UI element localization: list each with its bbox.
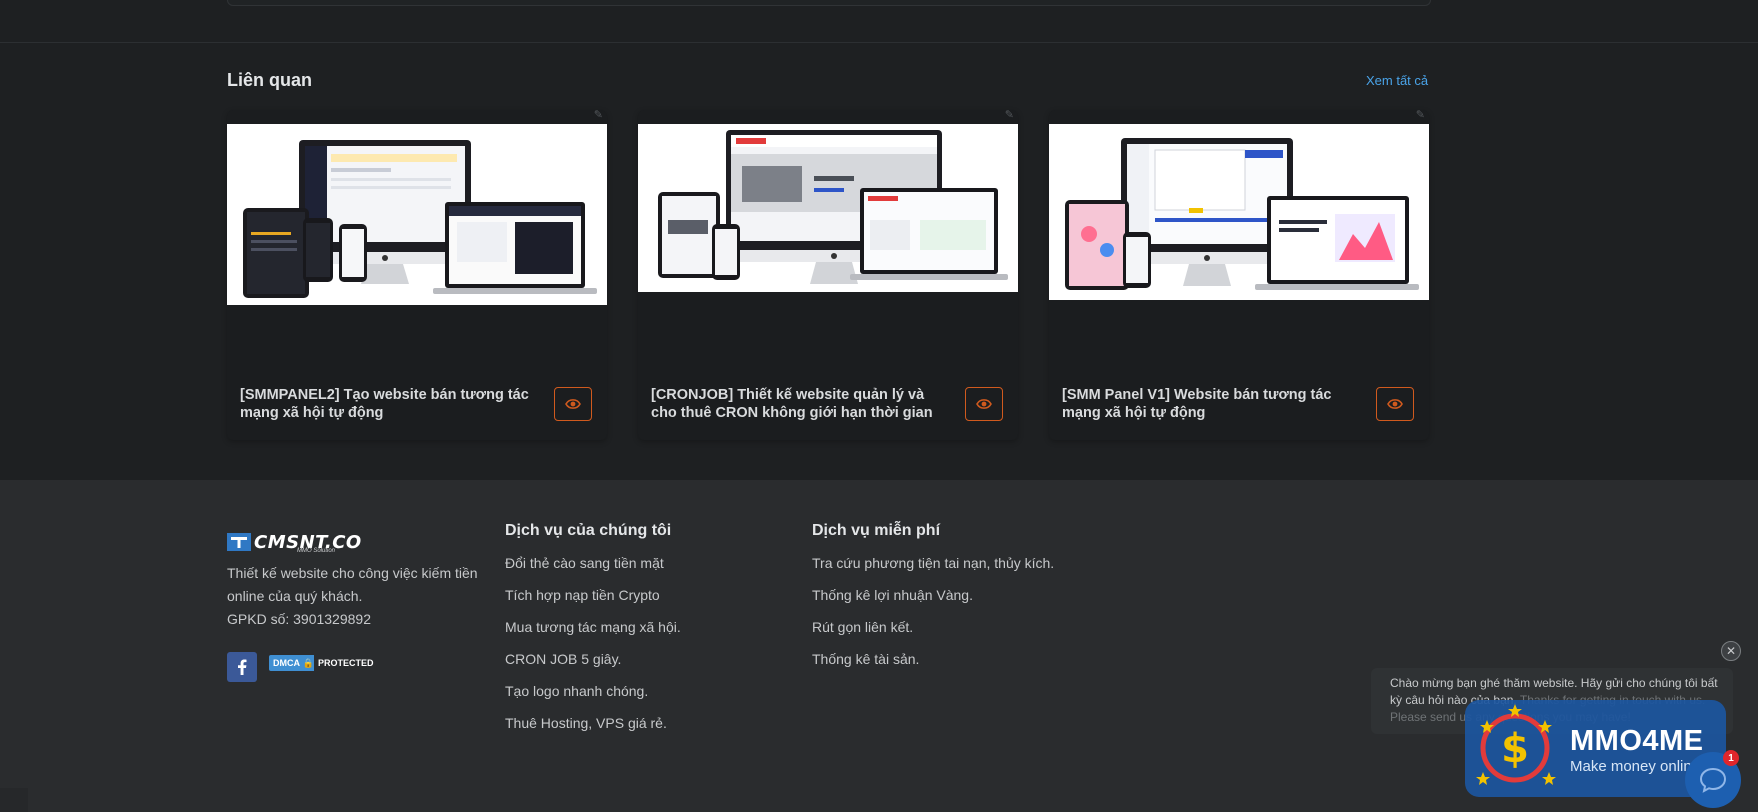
dmca-label: DMCA [269,655,303,671]
free-services-title: Dịch vụ miễn phí [812,522,941,539]
license-text: GPKD số: 3901329892 [227,611,371,627]
free-service-link[interactable]: Thống kê lợi nhuận Vàng. [812,584,1054,616]
free-service-link[interactable]: Tra cứu phương tiện tai nạn, thủy kích. [812,552,1054,584]
eye-icon [976,399,992,409]
lock-icon: 🔒 [303,655,314,671]
view-all-link[interactable]: Xem tất cả [1366,73,1428,88]
view-button[interactable] [1376,387,1414,421]
related-title: Liên quan [227,70,312,90]
service-link[interactable]: Tích hợp nạp tiền Crypto [505,584,681,616]
facebook-button[interactable] [227,652,257,682]
product-image[interactable] [1049,124,1429,300]
services-column: Dịch vụ của chúng tôi Đổi thẻ cào sang t… [505,522,681,744]
free-service-link[interactable]: Thống kê tài sản. [812,648,1054,680]
dmca-protected: PROTECTED [318,658,374,668]
product-image[interactable] [638,124,1018,292]
close-icon: ✕ [1725,644,1737,658]
edit-icon: ✎ [593,109,603,121]
footer-about: Thiết kế website cho công việc kiếm tiền… [227,562,487,631]
service-link[interactable]: Tạo logo nhanh chóng. [505,680,681,712]
about-text: Thiết kế website cho công việc kiếm tiền… [227,565,478,604]
logo-subtitle: MMO Solution [297,548,336,554]
brand-logo[interactable]: CMSNT.CO MMO Solution [227,527,362,557]
watermark-title: MMO4ME [1570,725,1704,757]
eye-icon [1387,399,1403,409]
product-title[interactable]: [CRONJOB] Thiết kế website quản lý và ch… [651,386,946,422]
product-card[interactable]: ✎ [1049,109,1429,440]
dollar-logo-icon: $ [1476,704,1556,785]
services-title: Dịch vụ của chúng tôi [505,522,672,539]
view-button[interactable] [965,387,1003,421]
product-title[interactable]: [SMM Panel V1] Website bán tương tác mạn… [1062,386,1357,422]
service-link[interactable]: Thuê Hosting, VPS giá rẻ. [505,712,681,744]
product-title[interactable]: [SMMPANEL2] Tạo website bán tương tác mạ… [240,386,535,422]
previous-content-box [227,0,1431,6]
facebook-icon [238,659,247,675]
svg-text:$: $ [1501,726,1529,772]
watermark-subtitle: Make money online [1570,758,1701,775]
free-services-column: Dịch vụ miễn phí Tra cứu phương tiện tai… [812,522,1054,680]
free-service-link[interactable]: Rút gọn liên kết. [812,616,1054,648]
service-link[interactable]: CRON JOB 5 giây. [505,648,681,680]
edit-icon: ✎ [1004,109,1014,121]
eye-icon [565,399,581,409]
notification-badge: 1 [1723,750,1739,766]
service-link[interactable]: Đổi thẻ cào sang tiền mặt [505,552,681,584]
logo-mark-icon [227,533,251,551]
previous-section [0,0,1758,43]
product-card[interactable]: ✎ [227,109,607,440]
service-link[interactable]: Mua tương tác mạng xã hội. [505,616,681,648]
edit-icon: ✎ [1415,109,1425,121]
dmca-badge[interactable]: DMCA 🔒 PROTECTED [269,655,374,671]
related-section: Liên quan Xem tất cả ✎ [SMMPANEL2] Tạo w… [0,43,1758,480]
product-image[interactable] [227,124,607,305]
view-button[interactable] [554,387,592,421]
chat-close-button[interactable]: ✕ [1721,641,1741,661]
chat-icon [1699,767,1727,793]
scroll-corner [0,788,28,812]
product-card[interactable]: ✎ [638,109,1018,440]
